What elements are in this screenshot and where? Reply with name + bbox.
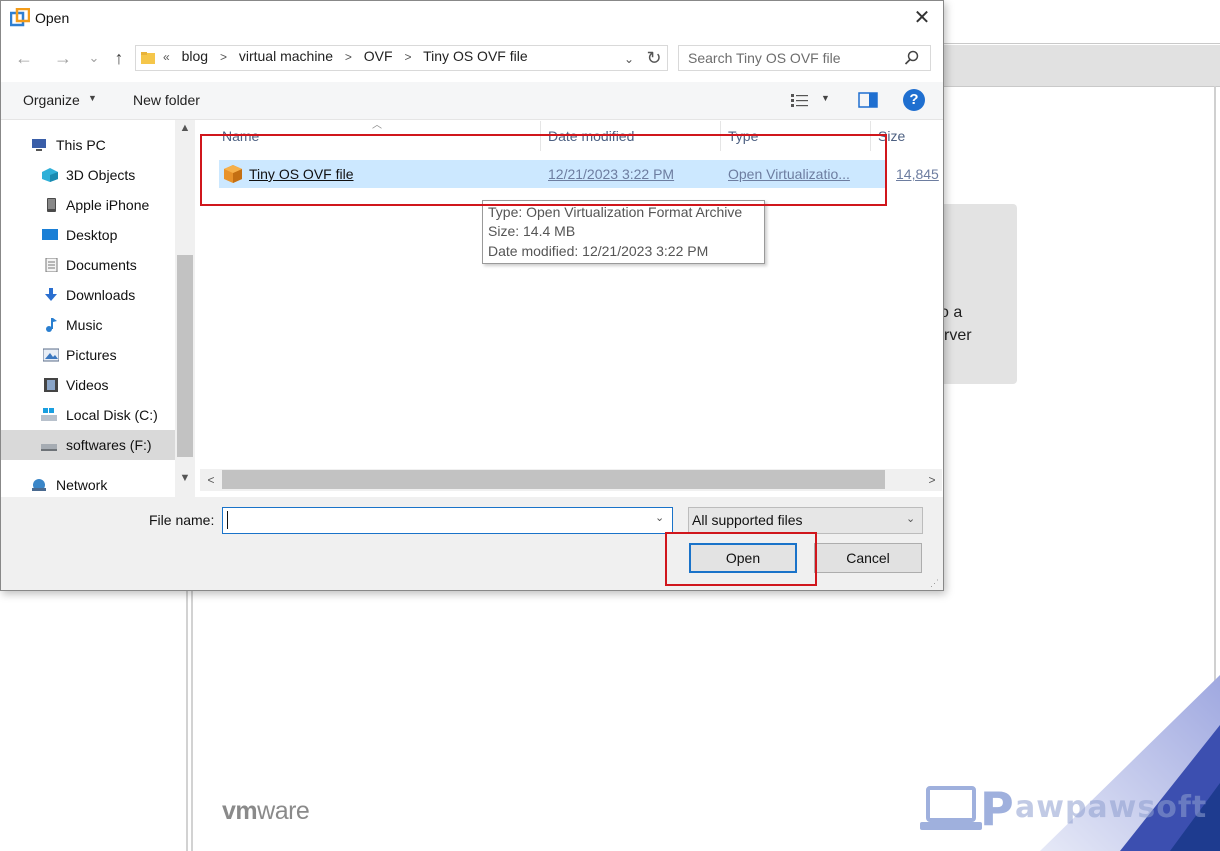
this-pc-icon bbox=[32, 139, 46, 151]
sidebar-item-this-pc[interactable]: This PC bbox=[1, 130, 176, 160]
sidebar-item-label: Documents bbox=[66, 257, 137, 273]
tooltip-type: Type: Open Virtualization Format Archive bbox=[488, 204, 743, 220]
sidebar-item-label: Videos bbox=[66, 377, 109, 393]
file-type-value: All supported files bbox=[692, 512, 803, 528]
background-option-card[interactable] bbox=[940, 204, 1017, 384]
chevron-right-icon[interactable]: > bbox=[404, 50, 411, 64]
phone-icon bbox=[47, 198, 56, 212]
recent-locations-button[interactable]: ⌄ bbox=[83, 46, 105, 70]
drive-icon bbox=[41, 444, 57, 451]
sidebar-scroll-thumb[interactable] bbox=[177, 255, 193, 457]
scroll-up-icon[interactable]: ▲ bbox=[178, 122, 192, 138]
breadcrumb-item[interactable]: virtual machine bbox=[239, 48, 333, 64]
sidebar-item-label: Local Disk (C:) bbox=[66, 407, 158, 423]
sidebar-item-music[interactable]: Music bbox=[1, 310, 176, 340]
chevron-right-icon[interactable]: > bbox=[345, 50, 352, 64]
background-window-toolbar bbox=[943, 45, 1220, 87]
help-button[interactable]: ? bbox=[903, 89, 925, 111]
dialog-title: Open bbox=[35, 10, 70, 26]
breadcrumb: « blog > virtual machine > OVF > Tiny OS… bbox=[163, 48, 536, 64]
sidebar-item-local-disk[interactable]: Local Disk (C:) bbox=[1, 400, 176, 430]
breadcrumb-overflow[interactable]: « bbox=[163, 50, 170, 64]
new-folder-button[interactable]: New folder bbox=[133, 92, 200, 108]
desktop-icon bbox=[42, 229, 58, 240]
file-size: 14,845 bbox=[896, 166, 939, 182]
up-button[interactable]: ↑ bbox=[108, 46, 130, 70]
vmware-logo: vmware bbox=[222, 797, 310, 826]
horizontal-scroll-thumb[interactable] bbox=[222, 470, 885, 489]
documents-icon bbox=[45, 258, 58, 272]
sidebar-item-videos[interactable]: Videos bbox=[1, 370, 176, 400]
pictures-icon bbox=[43, 348, 59, 362]
local-disk-icon bbox=[41, 408, 57, 421]
preview-pane-icon[interactable] bbox=[858, 91, 878, 109]
watermark-text: awpawsoft bbox=[1015, 790, 1208, 825]
chevron-down-icon[interactable]: ⌄ bbox=[906, 512, 915, 525]
background-window-titlebar bbox=[943, 0, 1220, 44]
sidebar-item-label: Downloads bbox=[66, 287, 136, 303]
close-button[interactable]: ✕ bbox=[903, 4, 941, 32]
sidebar-item-label: Pictures bbox=[66, 347, 117, 363]
forward-button[interactable]: → bbox=[52, 46, 74, 70]
file-name-input[interactable] bbox=[222, 507, 673, 534]
sidebar-item-downloads[interactable]: Downloads bbox=[1, 280, 176, 310]
sidebar-item-pictures[interactable]: Pictures bbox=[1, 340, 176, 370]
resize-grip-icon[interactable]: ⋰ bbox=[930, 578, 939, 589]
sidebar-item-3d-objects[interactable]: 3D Objects bbox=[1, 160, 176, 190]
sidebar-item-label: Music bbox=[66, 317, 103, 333]
music-icon bbox=[46, 318, 57, 332]
background-sidebar-divider bbox=[186, 590, 188, 851]
sidebar-item-label: Apple iPhone bbox=[66, 197, 150, 213]
3d-objects-icon bbox=[42, 168, 58, 182]
annotation-highlight-box bbox=[200, 134, 887, 206]
sidebar-item-label: softwares (F:) bbox=[66, 437, 152, 453]
sidebar-item-label: Network bbox=[56, 477, 108, 493]
sidebar-item-label: Desktop bbox=[66, 227, 118, 243]
scroll-left-icon[interactable]: < bbox=[203, 471, 219, 489]
sort-ascending-icon: ︿ bbox=[372, 120, 382, 131]
chevron-down-icon[interactable]: ⌄ bbox=[655, 511, 664, 524]
network-icon bbox=[32, 479, 46, 491]
text-cursor bbox=[227, 511, 228, 529]
caret-down-icon[interactable]: ▼ bbox=[821, 93, 830, 103]
annotation-highlight-box bbox=[665, 532, 817, 586]
breadcrumb-item[interactable]: OVF bbox=[364, 48, 393, 64]
sidebar-item-network[interactable]: Network bbox=[1, 470, 176, 497]
sidebar-item-desktop[interactable]: Desktop bbox=[1, 220, 176, 250]
chevron-right-icon[interactable]: > bbox=[220, 50, 227, 64]
navigation-pane: This PC 3D Objects Apple iPhone Desktop … bbox=[1, 120, 195, 497]
scroll-right-icon[interactable]: > bbox=[924, 471, 940, 489]
scroll-down-icon[interactable]: ▼ bbox=[178, 472, 192, 488]
caret-down-icon[interactable]: ▼ bbox=[88, 93, 97, 103]
breadcrumb-item[interactable]: blog bbox=[182, 48, 208, 64]
sidebar-item-label: This PC bbox=[56, 137, 106, 153]
background-main-divider bbox=[191, 590, 193, 851]
address-dropdown-icon[interactable]: ⌄ bbox=[619, 50, 639, 68]
sidebar-item-documents[interactable]: Documents bbox=[1, 250, 176, 280]
app-icon bbox=[10, 8, 30, 27]
sidebar-item-label: 3D Objects bbox=[66, 167, 136, 183]
refresh-icon[interactable]: ↻ bbox=[642, 46, 666, 70]
folder-icon bbox=[141, 52, 155, 64]
search-placeholder: Search Tiny OS OVF file bbox=[688, 50, 841, 66]
videos-icon bbox=[44, 378, 58, 392]
search-icon[interactable] bbox=[904, 50, 920, 66]
view-options-icon[interactable] bbox=[789, 91, 811, 109]
downloads-icon bbox=[45, 288, 57, 301]
back-button[interactable]: ← bbox=[13, 46, 35, 70]
background-card-text: rver bbox=[944, 327, 972, 344]
tooltip-date: Date modified: 12/21/2023 3:22 PM bbox=[488, 243, 709, 259]
vmware-logo-vm: vm bbox=[222, 797, 258, 825]
sidebar-item-softwares[interactable]: softwares (F:) bbox=[1, 430, 176, 460]
file-name-label: File name: bbox=[149, 512, 215, 528]
breadcrumb-item[interactable]: Tiny OS OVF file bbox=[423, 48, 528, 64]
tooltip-size: Size: 14.4 MB bbox=[488, 223, 576, 239]
vmware-logo-ware: ware bbox=[257, 797, 310, 825]
organize-button[interactable]: Organize bbox=[23, 92, 80, 108]
watermark-letter: P bbox=[980, 782, 1014, 836]
cancel-button[interactable]: Cancel bbox=[814, 543, 922, 573]
sidebar-item-apple-iphone[interactable]: Apple iPhone bbox=[1, 190, 176, 220]
